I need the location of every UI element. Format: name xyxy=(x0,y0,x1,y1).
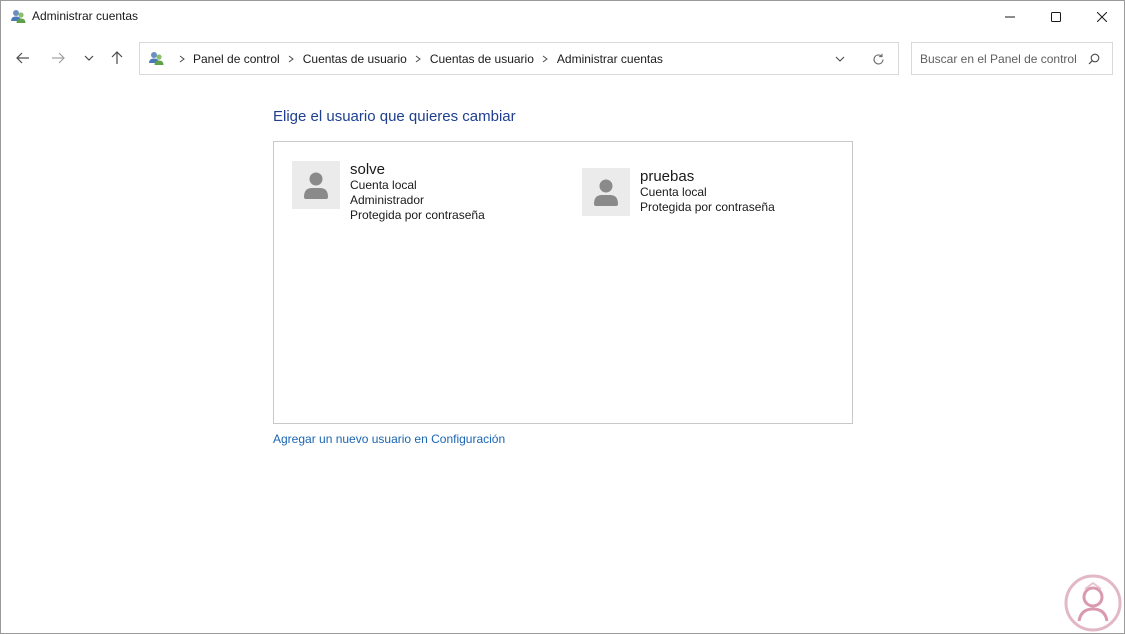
minimize-button[interactable] xyxy=(987,1,1033,32)
chevron-right-icon[interactable] xyxy=(538,51,553,66)
maximize-button[interactable] xyxy=(1033,1,1079,32)
forward-arrow-icon xyxy=(52,52,65,64)
account-name[interactable]: solve xyxy=(350,161,485,178)
add-user-link[interactable]: Agregar un nuevo usuario en Configuració… xyxy=(273,432,505,446)
account-protection: Protegida por contraseña xyxy=(350,208,485,222)
avatar[interactable] xyxy=(582,168,630,216)
close-button[interactable] xyxy=(1079,1,1124,32)
navigation-bar: Panel de control Cuentas de usuario Cuen… xyxy=(1,32,1124,84)
account-type: Cuenta local xyxy=(350,178,417,192)
account-protection: Protegida por contraseña xyxy=(640,200,775,214)
account-name[interactable]: pruebas xyxy=(640,168,775,185)
maximize-icon xyxy=(1051,11,1061,22)
chevron-down-icon xyxy=(84,55,94,61)
account-info: solve Cuenta local Administrador Protegi… xyxy=(350,161,485,223)
logo-icon xyxy=(1064,574,1122,632)
address-dropdown-button[interactable] xyxy=(832,51,848,67)
back-button[interactable] xyxy=(12,47,34,69)
search-box[interactable] xyxy=(911,42,1113,75)
refresh-icon xyxy=(872,53,884,65)
account-info: pruebas Cuenta local Protegida por contr… xyxy=(640,168,775,216)
search-icon[interactable] xyxy=(1086,51,1102,67)
back-arrow-icon xyxy=(16,52,29,64)
address-bar[interactable]: Panel de control Cuentas de usuario Cuen… xyxy=(139,42,899,75)
page-heading: Elige el usuario que quieres cambiar xyxy=(273,108,516,125)
refresh-button[interactable] xyxy=(870,51,886,67)
avatar[interactable] xyxy=(292,161,340,209)
user-accounts-icon xyxy=(10,8,27,25)
breadcrumb-item-cuentas-de-usuario-2[interactable]: Cuentas de usuario xyxy=(430,52,534,66)
control-panel-icon xyxy=(148,50,165,67)
account-tile-solve[interactable]: solve Cuenta local Administrador Protegi… xyxy=(292,161,485,223)
up-button[interactable] xyxy=(106,47,128,69)
breadcrumb-item-panel-de-control[interactable]: Panel de control xyxy=(193,52,280,66)
breadcrumb: Panel de control Cuentas de usuario Cuen… xyxy=(170,43,663,74)
window: Administrar cuentas Panel de control Cue… xyxy=(0,0,1125,634)
user-icon xyxy=(304,172,328,199)
up-arrow-icon xyxy=(111,51,123,64)
title-bar: Administrar cuentas xyxy=(1,1,1124,32)
account-role: Administrador xyxy=(350,193,425,207)
chevron-right-icon[interactable] xyxy=(284,51,299,66)
accounts-list: solve Cuenta local Administrador Protegi… xyxy=(273,141,853,424)
window-title: Administrar cuentas xyxy=(32,9,139,23)
chevron-right-icon[interactable] xyxy=(174,51,189,66)
account-tile-pruebas[interactable]: pruebas Cuenta local Protegida por contr… xyxy=(582,168,775,216)
account-type: Cuenta local xyxy=(640,185,707,199)
close-icon xyxy=(1097,11,1107,22)
breadcrumb-item-administrar-cuentas[interactable]: Administrar cuentas xyxy=(557,52,663,66)
search-input[interactable] xyxy=(912,43,1082,74)
chevron-down-icon xyxy=(835,56,845,62)
watermark-logo xyxy=(1063,573,1123,633)
forward-button[interactable] xyxy=(47,47,69,69)
breadcrumb-item-cuentas-de-usuario[interactable]: Cuentas de usuario xyxy=(303,52,407,66)
minimize-icon xyxy=(1005,16,1015,17)
recent-locations-button[interactable] xyxy=(78,47,100,69)
user-icon xyxy=(594,179,618,206)
chevron-right-icon[interactable] xyxy=(411,51,426,66)
